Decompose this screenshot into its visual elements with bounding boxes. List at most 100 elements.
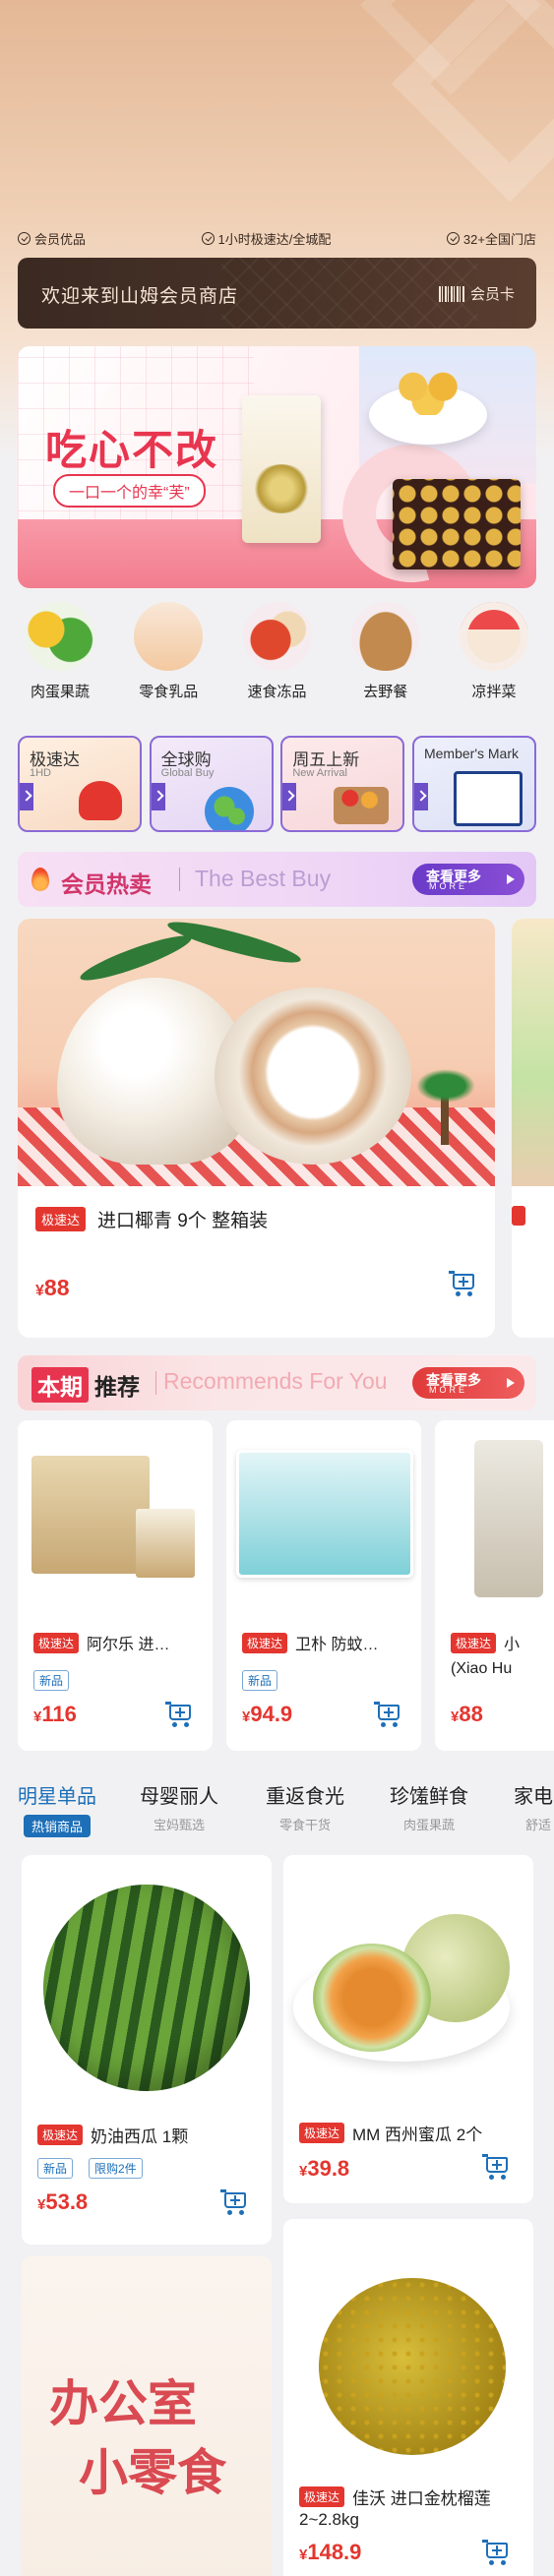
- welcome-bar: 欢迎来到山姆会员商店 会员卡: [18, 258, 536, 329]
- product-price: ¥88: [35, 1275, 70, 1300]
- product-name-row: 极速达 卫朴 防蚊…: [242, 1631, 378, 1654]
- snack-bag-image: [435, 1420, 554, 1617]
- salad-package-icon: [460, 602, 528, 671]
- product-name: 进口椰青 9个 整箱装: [97, 1211, 269, 1231]
- tab-star-products[interactable]: 明星单品 热销商品: [18, 1780, 96, 1837]
- category-frozen[interactable]: 速食冻品: [235, 602, 320, 720]
- category-salad[interactable]: 凉拌菜: [452, 602, 536, 720]
- recommend-product-card[interactable]: 极速达 阿尔乐 进… 新品 ¥116: [18, 1420, 213, 1751]
- snacks-icon: [134, 602, 204, 671]
- milk-box: [31, 1456, 150, 1574]
- chevron-right-icon: [507, 1378, 515, 1388]
- recommend-badge: 本期: [31, 1367, 89, 1403]
- add-to-cart-icon[interactable]: [482, 2154, 510, 2180]
- milk-box-image: [18, 1420, 213, 1617]
- add-to-cart-icon[interactable]: [220, 2189, 248, 2215]
- tab-mother-baby[interactable]: 母婴丽人 宝妈甄选: [140, 1780, 218, 1833]
- recommend-title: 推荐: [94, 1374, 140, 1400]
- purchase-limit-badge: 限购2件: [89, 2158, 143, 2179]
- shortcut-new-arrival[interactable]: 周五上新 New Arrival: [280, 736, 405, 832]
- category-row: 肉蛋果蔬 零食乳品 速食冻品 去野餐 凉拌菜: [18, 602, 536, 720]
- product-price: ¥94.9: [242, 1702, 293, 1726]
- palm-leaf: [77, 929, 195, 988]
- promo-card-office-snacks[interactable]: 办公室 小零食: [22, 2256, 272, 2576]
- banner-subtitle: 一口一个的幸“芙”: [53, 474, 206, 508]
- product-name-row: 极速达 佳沃 进口金枕榴莲: [299, 2485, 491, 2509]
- milk-carton: [136, 1509, 195, 1578]
- palm-tree: [411, 1066, 480, 1145]
- chevron-right-icon: [282, 783, 297, 810]
- melon-half-image: [313, 1944, 431, 2052]
- banner-title: 吃心不改: [45, 426, 219, 474]
- recommend-product-card[interactable]: 极速达小 (Xiao Hu ¥88: [435, 1420, 554, 1751]
- recommend-header: 本期 推荐 Recommends For You 查看更多 MORE: [18, 1355, 536, 1410]
- perk-fast-delivery: 1小时极速达/全城配: [201, 228, 331, 248]
- tab-snacks[interactable]: 重返食光 零食干货: [266, 1780, 344, 1833]
- recommend-subtitle: Recommends For You: [163, 1368, 388, 1394]
- product-name-row: 极速达小: [451, 1631, 520, 1654]
- grid-product-card[interactable]: 极速达 MM 西州蜜瓜 2个 ¥39.8: [283, 1855, 533, 2203]
- category-picnic[interactable]: 去野餐: [343, 602, 428, 720]
- globe-icon: [204, 787, 254, 830]
- hot-sale-more-button[interactable]: 查看更多 MORE: [412, 864, 524, 895]
- promo-title-line1: 办公室: [49, 2374, 197, 2432]
- flame-icon: [31, 868, 49, 891]
- perk-stores: 32+全国门店: [446, 228, 536, 248]
- members-mark-logo: [453, 771, 523, 826]
- category-snacks[interactable]: 零食乳品: [126, 602, 211, 720]
- shortcut-global[interactable]: 全球购 Global Buy: [149, 736, 274, 832]
- category-fresh[interactable]: 肉蛋果蔬: [18, 602, 102, 720]
- grid-product-card[interactable]: 极速达 佳沃 进口金枕榴莲 2~2.8kg ¥148.9: [283, 2219, 533, 2576]
- category-tabs: 明星单品 热销商品 母婴丽人 宝妈甄选 重返食光 零食干货 珍馐鲜食 肉蛋果蔬 家电 舒适: [18, 1780, 554, 1839]
- perk-member-goods: 会员优品: [18, 228, 86, 248]
- snack-pouch: [474, 1440, 543, 1597]
- recommend-product-card[interactable]: 极速达 卫朴 防蚊… 新品 ¥94.9: [226, 1420, 421, 1751]
- chevron-right-icon: [20, 783, 33, 810]
- fruit-basket-icon: [334, 787, 390, 824]
- add-to-cart-icon[interactable]: [482, 2540, 510, 2565]
- hot-sale-header: 会员热卖 The Best Buy 查看更多 MORE: [18, 852, 536, 907]
- durian-image: [319, 2278, 506, 2455]
- member-card-label: 会员卡: [469, 286, 515, 303]
- shortcut-express[interactable]: 极速达 1HD: [18, 736, 142, 832]
- hot-sale-subtitle: The Best Buy: [195, 866, 332, 891]
- picnic-basket-icon: [350, 602, 420, 671]
- hot-sale-product-card[interactable]: 极速达 进口椰青 9个 整箱装 ¥88: [18, 919, 495, 1338]
- check-circle-icon: [18, 231, 31, 245]
- member-card-button[interactable]: 会员卡: [438, 283, 515, 304]
- product-price: ¥53.8: [37, 2189, 89, 2214]
- product-price: ¥39.8: [299, 2156, 350, 2181]
- add-to-cart-icon[interactable]: [374, 1702, 401, 1727]
- product-name-row: 极速达 MM 西州蜜瓜 2个: [299, 2121, 482, 2145]
- check-circle-icon: [201, 231, 215, 245]
- shortcut-members-mark[interactable]: Member's Mark: [411, 736, 536, 832]
- product-name-line2: (Xiao Hu: [451, 1660, 513, 1677]
- new-badge: 新品: [33, 1670, 70, 1691]
- promo-title-line2: 小零食: [79, 2443, 226, 2501]
- coconut-open: [215, 988, 411, 1165]
- watermelon-image: [43, 1885, 250, 2091]
- product-price: ¥116: [33, 1702, 77, 1726]
- product-price: ¥88: [451, 1702, 483, 1726]
- coconut-product-image: [18, 919, 495, 1186]
- next-product-card-peek[interactable]: [512, 919, 554, 1338]
- recommend-more-button[interactable]: 查看更多 MORE: [412, 1367, 524, 1399]
- barcode-icon: [438, 285, 464, 302]
- hot-sale-title: 会员热卖: [61, 871, 152, 897]
- add-to-cart-icon[interactable]: [449, 1271, 476, 1296]
- frozen-food-icon: [242, 602, 312, 671]
- snack-bag-image: [242, 395, 321, 543]
- add-to-cart-icon[interactable]: [165, 1702, 193, 1727]
- product-name-line2: 2~2.8kg: [299, 2510, 359, 2529]
- wipes-box: [236, 1450, 413, 1578]
- divider: [179, 868, 180, 891]
- product-price: ¥148.9: [299, 2540, 362, 2564]
- grid-product-card[interactable]: 极速达 奶油西瓜 1颗 新品 限购2件 ¥53.8: [22, 1855, 272, 2245]
- chevron-right-icon: [151, 783, 165, 810]
- check-circle-icon: [446, 231, 460, 245]
- new-badge: 新品: [242, 1670, 278, 1691]
- promo-banner[interactable]: 吃心不改 一口一个的幸“芙”: [18, 346, 536, 588]
- perks-row: 会员优品 1小时极速达/全城配 32+全国门店: [18, 228, 536, 248]
- tab-fresh[interactable]: 珍馐鲜食 肉蛋果蔬: [390, 1780, 468, 1833]
- tab-appliances[interactable]: 家电 舒适: [514, 1780, 553, 1833]
